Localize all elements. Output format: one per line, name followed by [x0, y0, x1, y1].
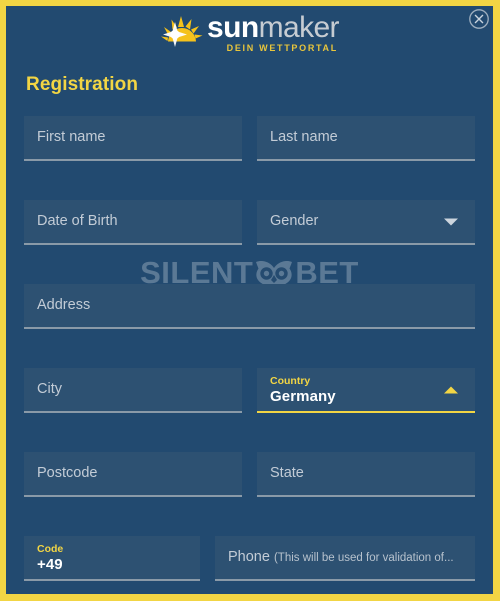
sunburst-icon	[161, 16, 203, 47]
address-placeholder: Address	[37, 297, 91, 313]
last-name-placeholder: Last name	[270, 129, 338, 145]
gender-placeholder: Gender	[270, 213, 319, 229]
registration-modal: sunmaker DEIN WETTPORTAL Registration SI…	[0, 0, 500, 601]
form-row-postcode-state: Postcode State	[24, 452, 475, 497]
date-of-birth-input[interactable]: Date of Birth	[24, 200, 242, 245]
phone-placeholder-sub: (This will be used for validation of...	[273, 551, 454, 564]
state-placeholder: State	[270, 465, 304, 481]
date-of-birth-placeholder: Date of Birth	[37, 213, 118, 229]
form-row-name: First name Last name	[24, 116, 475, 161]
brand-logo: sunmaker DEIN WETTPORTAL	[6, 12, 493, 54]
address-input[interactable]: Address	[24, 284, 475, 329]
phone-input[interactable]: Phone (This will be used for validation …	[215, 536, 475, 581]
country-label: Country	[270, 374, 311, 387]
logo-word-bold: sun	[207, 11, 259, 44]
first-name-placeholder: First name	[37, 129, 106, 145]
state-input[interactable]: State	[257, 452, 475, 497]
last-name-input[interactable]: Last name	[257, 116, 475, 161]
form-row-dob-gender: Date of Birth Gender	[24, 200, 475, 245]
gender-select[interactable]: Gender	[257, 200, 475, 245]
form-row-city-country: City Country Germany	[24, 368, 475, 413]
close-icon[interactable]	[468, 8, 490, 30]
logo-tagline: DEIN WETTPORTAL	[226, 43, 338, 53]
code-select[interactable]: Code +49	[24, 536, 200, 581]
page-title: Registration	[26, 74, 139, 95]
logo-inner: sunmaker DEIN WETTPORTAL	[160, 11, 340, 54]
form-row-address: Address	[24, 284, 475, 329]
code-label: Code	[37, 542, 64, 555]
registration-form: First name Last name Date of Birth Gende…	[24, 116, 475, 581]
city-placeholder: City	[37, 381, 62, 397]
code-value: +49	[37, 555, 63, 573]
form-row-code-phone: Code +49 Phone (This will be used for va…	[24, 536, 475, 581]
logo-wordmark: sunmaker	[207, 11, 340, 44]
logo-text: sunmaker DEIN WETTPORTAL	[207, 11, 340, 54]
modal-body: sunmaker DEIN WETTPORTAL Registration SI…	[6, 6, 493, 594]
postcode-placeholder: Postcode	[37, 465, 98, 481]
city-input[interactable]: City	[24, 368, 242, 413]
postcode-input[interactable]: Postcode	[24, 452, 242, 497]
chevron-up-icon	[444, 386, 458, 393]
logo-word-light: maker	[258, 11, 340, 44]
first-name-input[interactable]: First name	[24, 116, 242, 161]
phone-placeholder-main: Phone	[228, 548, 270, 565]
chevron-down-icon	[444, 218, 458, 225]
country-value: Germany	[270, 387, 336, 405]
country-select[interactable]: Country Germany	[257, 368, 475, 413]
phone-placeholder: Phone (This will be used for validation …	[228, 549, 462, 567]
